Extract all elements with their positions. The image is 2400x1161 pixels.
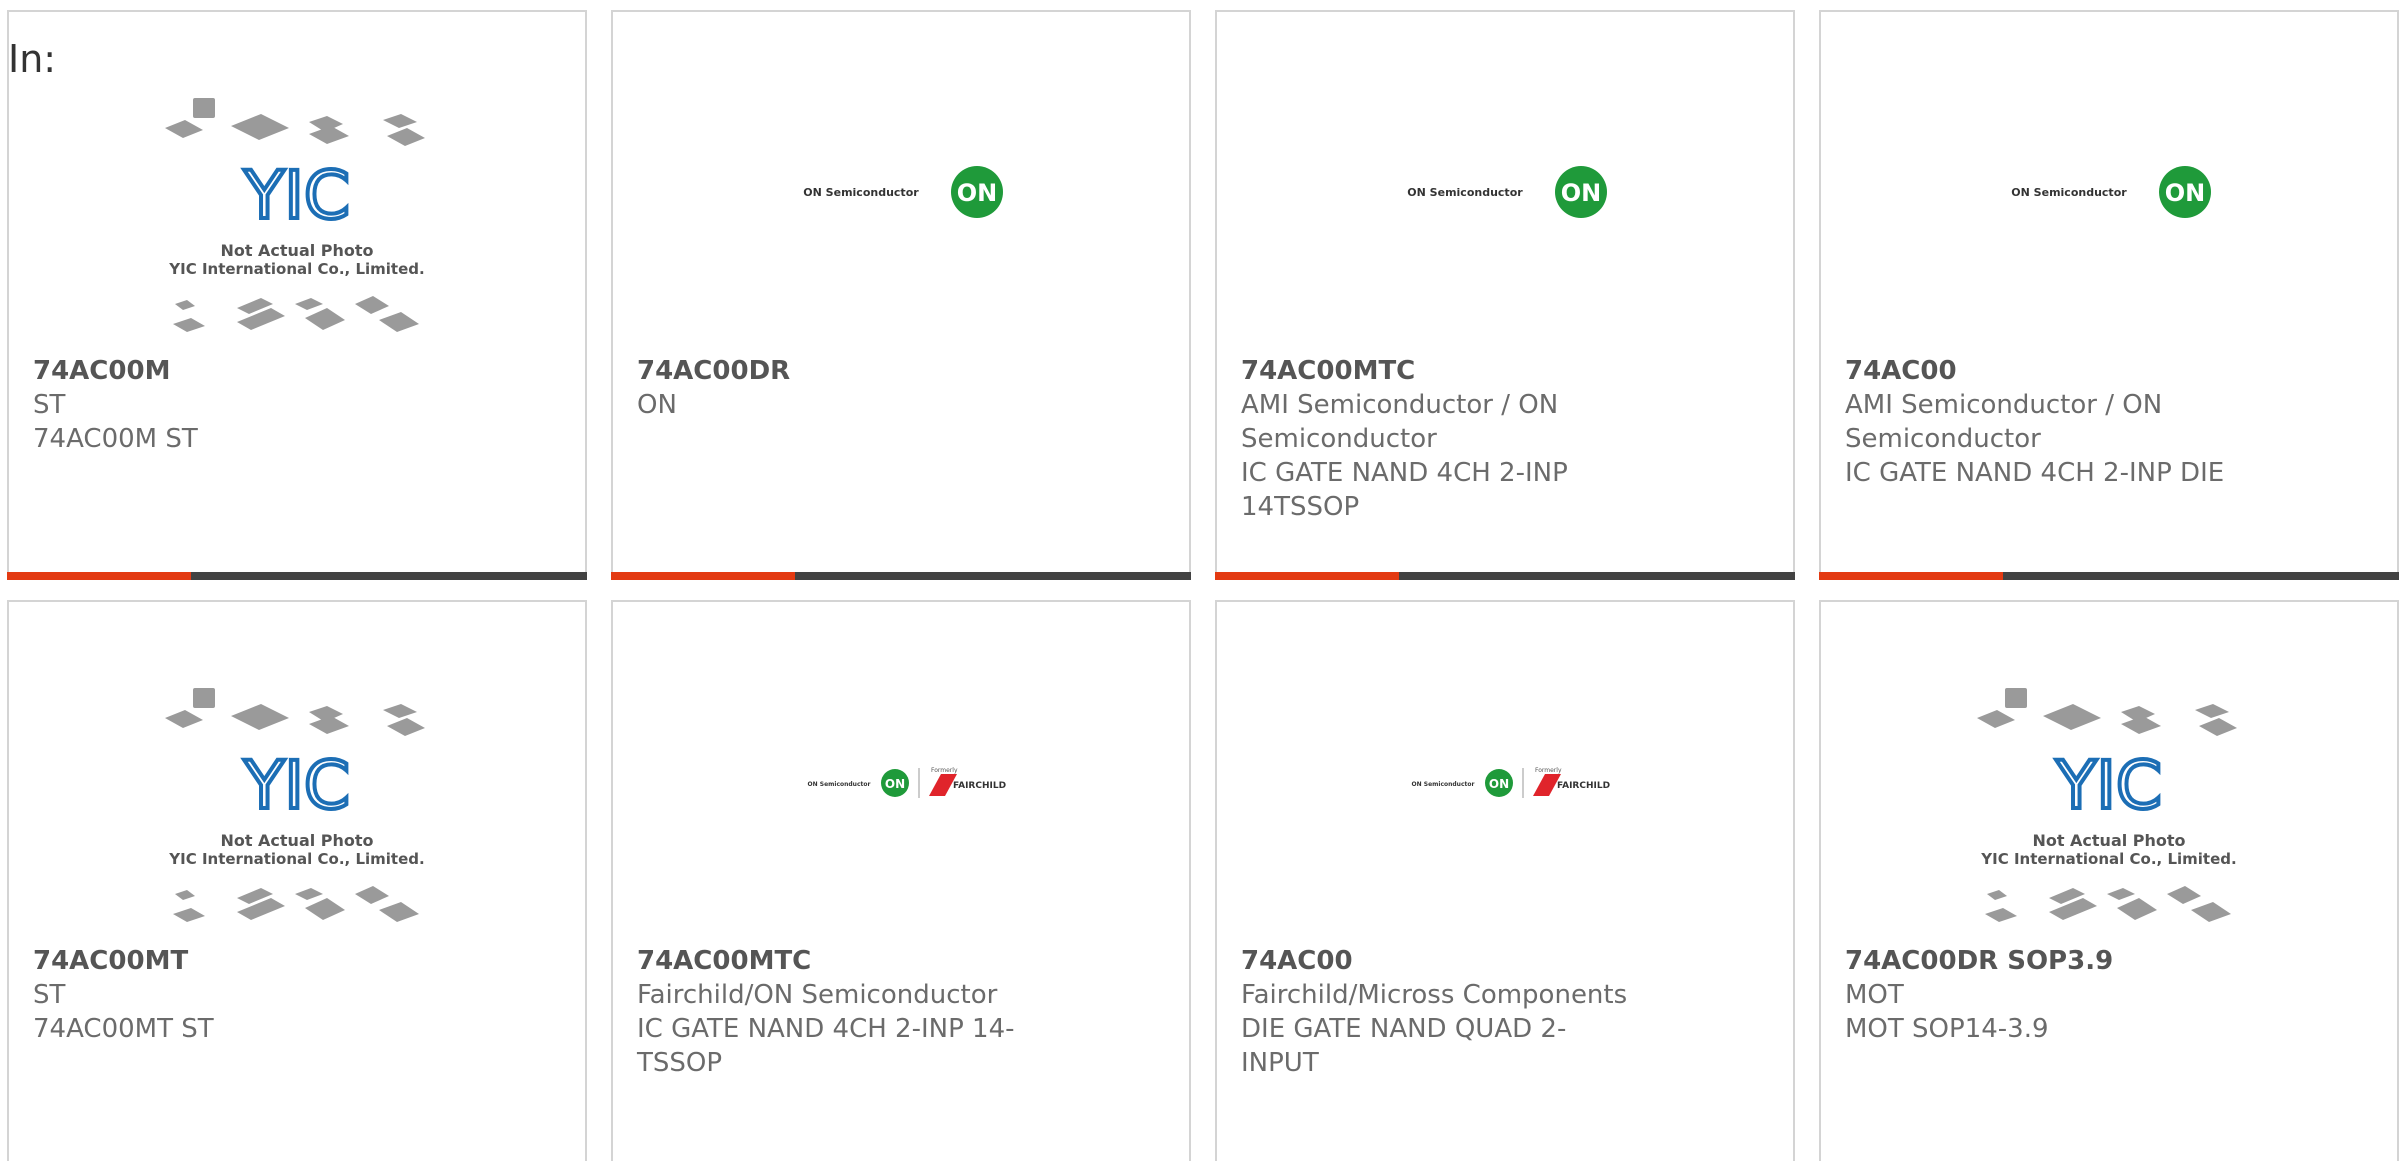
- manufacturer: Fairchild/Micross Components: [1241, 980, 1628, 1010]
- product-info: 74AC00DR ON: [637, 354, 1037, 422]
- yic-logo-icon: YIC: [243, 747, 350, 824]
- part-number[interactable]: 74AC00MTC: [637, 944, 1037, 978]
- yic-logo-icon: YIC: [243, 157, 350, 234]
- part-number[interactable]: 74AC00: [1241, 944, 1641, 978]
- product-image-logo[interactable]: ON Semiconductor ON: [613, 92, 1189, 352]
- product-card[interactable]: ON Semiconductor ON Formerly FAIRCHILD 7…: [1215, 600, 1795, 1161]
- placeholder-company: YIC International Co., Limited.: [1980, 850, 2236, 868]
- manufacturer: Fairchild/ON Semiconductor: [637, 980, 998, 1010]
- product-image-logo[interactable]: ON Semiconductor ON Formerly FAIRCHILD: [613, 682, 1189, 942]
- part-number[interactable]: 74AC00MTC: [1241, 354, 1641, 388]
- manufacturer: ON: [637, 390, 677, 420]
- card-accent-bar: [611, 572, 1191, 580]
- description: IC GATE NAND 4CH 2-INP 14TSSOP: [1241, 458, 1568, 522]
- product-info: 74AC00DR SOP3.9 MOT MOT SOP14-3.9: [1845, 944, 2245, 1046]
- card-accent-bar: [1215, 572, 1795, 580]
- description: 74AC00MT ST: [33, 1014, 214, 1044]
- svg-text:ON: ON: [2165, 179, 2206, 207]
- svg-text:ON: ON: [957, 179, 998, 207]
- on-semiconductor-wordmark: ON Semiconductor: [808, 781, 871, 788]
- product-image-placeholder[interactable]: YIC Not Actual Photo YIC International C…: [9, 682, 585, 942]
- manufacturer: AMI Semiconductor / ON Semiconductor: [1845, 390, 2163, 454]
- product-grid-page: In: YIC Not Actual Photo YIC Internation…: [0, 0, 2400, 1161]
- placeholder-caption: Not Actual Photo: [2032, 831, 2185, 850]
- formerly-label: Formerly: [1535, 767, 1562, 774]
- product-image-placeholder[interactable]: YIC Not Actual Photo YIC International C…: [1821, 682, 2397, 942]
- product-image-placeholder[interactable]: YIC Not Actual Photo YIC International C…: [9, 92, 585, 352]
- fairchild-wordmark: FAIRCHILD: [1557, 781, 1610, 791]
- yic-logo-icon: YIC: [2055, 747, 2162, 824]
- fairchild-wordmark: FAIRCHILD: [953, 781, 1006, 791]
- manufacturer: AMI Semiconductor / ON Semiconductor: [1241, 390, 1559, 454]
- description: DIE GATE NAND QUAD 2-INPUT: [1241, 1014, 1567, 1078]
- product-info: 74AC00 Fairchild/Micross Components DIE …: [1241, 944, 1641, 1080]
- placeholder-caption: Not Actual Photo: [220, 241, 373, 260]
- on-semiconductor-wordmark: ON Semiconductor: [1407, 186, 1523, 199]
- placeholder-company: YIC International Co., Limited.: [168, 260, 424, 278]
- part-number[interactable]: 74AC00MT: [33, 944, 433, 978]
- description: MOT SOP14-3.9: [1845, 1014, 2049, 1044]
- product-card[interactable]: YIC Not Actual Photo YIC International C…: [7, 10, 587, 580]
- part-number[interactable]: 74AC00: [1845, 354, 2245, 388]
- description: 74AC00M ST: [33, 424, 198, 454]
- product-info: 74AC00M ST 74AC00M ST: [33, 354, 433, 456]
- product-info: 74AC00 AMI Semiconductor / ON Semiconduc…: [1845, 354, 2245, 490]
- product-card[interactable]: ON Semiconductor ON 74AC00 AMI Semicondu…: [1819, 10, 2399, 580]
- manufacturer: ST: [33, 980, 66, 1010]
- part-number[interactable]: 74AC00DR SOP3.9: [1845, 944, 2245, 978]
- description: IC GATE NAND 4CH 2-INP DIE: [1845, 458, 2225, 488]
- part-number[interactable]: 74AC00DR: [637, 354, 1037, 388]
- manufacturer: MOT: [1845, 980, 1904, 1010]
- product-info: 74AC00MT ST 74AC00MT ST: [33, 944, 433, 1046]
- product-info: 74AC00MTC Fairchild/ON Semiconductor IC …: [637, 944, 1037, 1080]
- on-semiconductor-wordmark: ON Semiconductor: [1412, 781, 1475, 788]
- svg-text:ON: ON: [885, 777, 905, 791]
- product-card[interactable]: ON Semiconductor ON Formerly FAIRCHILD 7…: [611, 600, 1191, 1161]
- placeholder-caption: Not Actual Photo: [220, 831, 373, 850]
- card-accent-bar: [1819, 572, 2399, 580]
- on-semiconductor-wordmark: ON Semiconductor: [803, 186, 919, 199]
- svg-text:ON: ON: [1489, 777, 1509, 791]
- description: IC GATE NAND 4CH 2-INP 14-TSSOP: [637, 1014, 1015, 1078]
- on-semiconductor-wordmark: ON Semiconductor: [2011, 186, 2127, 199]
- filter-label: In:: [8, 37, 57, 81]
- manufacturer: ST: [33, 390, 66, 420]
- product-image-logo[interactable]: ON Semiconductor ON: [1217, 92, 1793, 352]
- product-card[interactable]: ON Semiconductor ON 74AC00DR ON: [611, 10, 1191, 580]
- product-image-logo[interactable]: ON Semiconductor ON: [1821, 92, 2397, 352]
- product-card[interactable]: YIC Not Actual Photo YIC International C…: [7, 600, 587, 1161]
- product-card[interactable]: YIC Not Actual Photo YIC International C…: [1819, 600, 2399, 1161]
- formerly-label: Formerly: [931, 767, 958, 774]
- product-image-logo[interactable]: ON Semiconductor ON Formerly FAIRCHILD: [1217, 682, 1793, 942]
- product-card[interactable]: ON Semiconductor ON 74AC00MTC AMI Semico…: [1215, 10, 1795, 580]
- product-info: 74AC00MTC AMI Semiconductor / ON Semicon…: [1241, 354, 1641, 524]
- card-accent-bar: [7, 572, 587, 580]
- part-number[interactable]: 74AC00M: [33, 354, 433, 388]
- placeholder-company: YIC International Co., Limited.: [168, 850, 424, 868]
- svg-text:ON: ON: [1561, 179, 1602, 207]
